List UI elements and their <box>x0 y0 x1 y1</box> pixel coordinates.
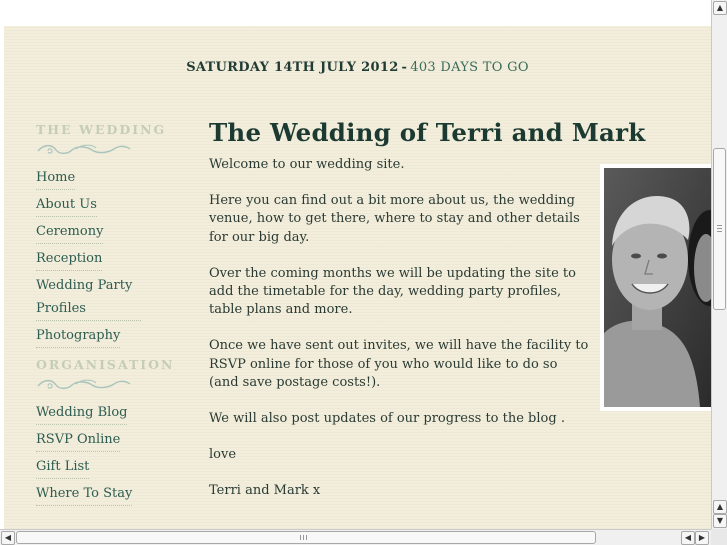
top-strip <box>0 0 711 26</box>
scroll-left-icon[interactable]: ◀ <box>681 531 695 545</box>
scrollbar-corner <box>711 529 727 545</box>
nav-wedding: Home About Us Ceremony Reception Wedding… <box>36 166 196 351</box>
horizontal-scrollbar[interactable]: ◀ ◀ ▶ <box>0 529 711 545</box>
date-bar: SATURDAY 14TH JULY 2012-403 DAYS TO GO <box>4 60 711 75</box>
paragraph-intro: Here you can find out a bit more about u… <box>209 193 580 245</box>
nav-item-wedding-blog[interactable]: Wedding Blog <box>36 401 128 425</box>
paragraph-blog: We will also post updates of our progres… <box>209 411 565 427</box>
grip-line <box>717 228 722 229</box>
nav-item-about-us[interactable]: About Us <box>36 193 97 217</box>
flourish-icon <box>37 144 131 155</box>
paragraph-welcome: Welcome to our wedding site. <box>209 157 405 172</box>
vertical-scrollbar[interactable]: ▲ ▲ ▼ <box>711 0 727 529</box>
current-date: SATURDAY 14TH JULY 2012 <box>186 60 399 75</box>
page-title: The Wedding of Terri and Mark <box>209 118 646 147</box>
flourish-icon <box>37 379 131 390</box>
paragraph-signoff: Terri and Mark x <box>209 483 321 499</box>
nav-item-rsvp-online[interactable]: RSVP Online <box>36 428 121 452</box>
paragraph-updates: Over the coming months we will be updati… <box>209 265 576 318</box>
page-canvas: SATURDAY 14TH JULY 2012-403 DAYS TO GO T… <box>4 26 711 529</box>
grip-line <box>717 231 722 232</box>
paragraph-love: love <box>209 447 237 463</box>
sidebar: THE WEDDING Home About Us Ceremony Recep… <box>36 122 196 509</box>
nav-item-gift-list[interactable]: Gift List <box>36 455 90 479</box>
nav-item-reception[interactable]: Reception <box>36 247 103 271</box>
scroll-down-icon[interactable]: ▼ <box>713 514 727 528</box>
grip-line <box>306 535 307 540</box>
date-separator: - <box>401 60 408 75</box>
paragraph-rsvp: Once we have sent out invites, we will h… <box>209 338 589 390</box>
scroll-right-icon[interactable]: ▶ <box>695 531 709 545</box>
scroll-up-icon[interactable]: ▲ <box>713 500 727 514</box>
nav-item-wedding-party-profiles[interactable]: Wedding Party Profiles <box>36 274 141 321</box>
nav-item-home[interactable]: Home <box>36 166 76 190</box>
scroll-left-icon[interactable]: ◀ <box>1 531 15 545</box>
couple-photo-image <box>604 168 711 407</box>
sidebar-section-title-organisation: ORGANISATION <box>36 357 175 372</box>
couple-photo <box>600 164 711 411</box>
nav-item-where-to-stay[interactable]: Where To Stay <box>36 482 133 506</box>
grip-line <box>303 535 304 540</box>
horizontal-scroll-thumb[interactable] <box>16 531 596 544</box>
scroll-up-icon[interactable]: ▲ <box>713 1 727 15</box>
nav-organisation: Wedding Blog RSVP Online Gift List Where… <box>36 401 196 509</box>
grip-line <box>717 225 722 226</box>
grip-line <box>300 535 301 540</box>
nav-item-ceremony[interactable]: Ceremony <box>36 220 104 244</box>
countdown: 403 DAYS TO GO <box>410 60 529 75</box>
sidebar-section-title-wedding: THE WEDDING <box>36 122 167 137</box>
nav-item-photography[interactable]: Photography <box>36 324 121 348</box>
vertical-scroll-thumb[interactable] <box>713 148 726 310</box>
